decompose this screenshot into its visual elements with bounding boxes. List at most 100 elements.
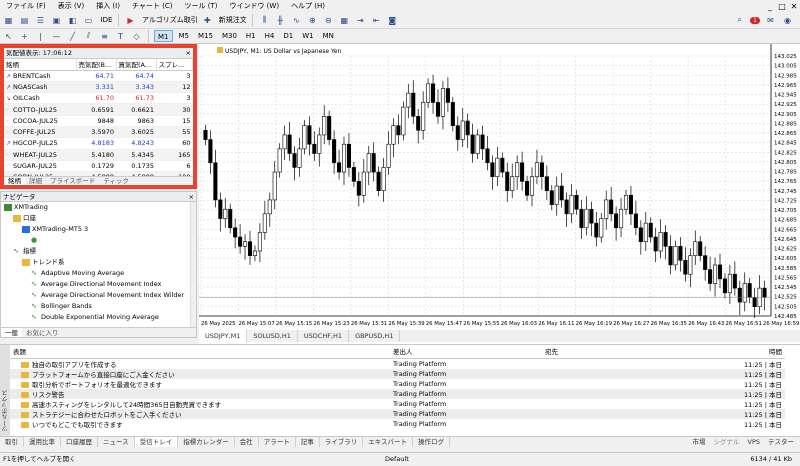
minimize-button[interactable]: _ xyxy=(764,2,776,11)
column-header-time[interactable]: 時間 xyxy=(722,345,785,359)
timeframe-h4[interactable]: H4 xyxy=(262,30,278,42)
navigator-item[interactable]: ∿ Double Exponential Moving Average xyxy=(1,312,196,323)
tab-history[interactable]: 口座履歴 xyxy=(61,437,98,447)
chat-icon[interactable]: ✉ xyxy=(764,14,777,27)
new-order-icon[interactable]: ✚ xyxy=(201,14,214,27)
chart-tab-gbpusd[interactable]: GBPUSD,H1 xyxy=(349,330,401,342)
tab-news[interactable]: ニュース xyxy=(98,437,135,447)
navigator-scrollbar[interactable] xyxy=(190,202,196,327)
tab-alerts[interactable]: アラート xyxy=(259,437,296,447)
navigator-item[interactable]: ∿ Average Directional Movement Index Wild… xyxy=(1,290,196,301)
market-link[interactable]: 市場 xyxy=(693,437,706,447)
table-row[interactable]: · COCOA-JUL25 9848 9863 15 xyxy=(4,115,193,127)
navigator-item[interactable]: ∿ 指標 xyxy=(1,246,196,257)
algo-trading-icon[interactable]: ▶ xyxy=(124,14,137,27)
timeframe-m30[interactable]: M30 xyxy=(219,30,240,42)
trendline-icon[interactable]: ╱ xyxy=(66,30,79,43)
chart-tab-usdchf[interactable]: USDCHF,H1 xyxy=(298,330,350,342)
table-row[interactable]: 独自の取引アプリを作成する Trading Platform 11:25 | 本日 xyxy=(10,358,785,369)
timeframe-h1[interactable]: H1 xyxy=(243,30,259,42)
table-row[interactable]: ストラテジーに合わせたロボットをご入手ください Trading Platform 1… xyxy=(10,408,785,419)
autoscroll-icon[interactable]: ⇥ xyxy=(354,14,367,27)
tab-trade[interactable]: 取引 xyxy=(0,437,24,447)
zoom-out-icon[interactable]: ⊖ xyxy=(322,14,335,27)
menu-file[interactable]: ファイル (F) xyxy=(0,0,52,12)
menu-charts[interactable]: チャート (C) xyxy=(126,0,179,12)
tab-exposure[interactable]: 運用比率 xyxy=(24,437,61,447)
screenshot-icon[interactable]: ◙ xyxy=(386,14,399,27)
search-icon[interactable]: ⌕ xyxy=(733,14,746,27)
signals-link[interactable]: シグナル xyxy=(714,437,740,447)
navigator-item[interactable]: 口座 xyxy=(1,213,196,224)
table-row[interactable]: · COTTO-JUL25 0.6591 0.6621 30 xyxy=(4,103,193,116)
close-button[interactable]: ✕ xyxy=(788,2,800,11)
new-chart-icon[interactable]: ▦ xyxy=(2,14,15,27)
account-icon[interactable]: ◉ xyxy=(781,14,794,27)
notification-badge[interactable]: 1 xyxy=(750,16,760,24)
menu-tools[interactable]: ツール (T) xyxy=(178,0,223,12)
navigator-icon[interactable]: ◧ xyxy=(66,14,79,27)
crosshair-icon[interactable]: + xyxy=(18,30,31,43)
zoom-in-icon[interactable]: ⊕ xyxy=(306,14,319,27)
chart-window[interactable]: 143.025 143.005 142.985 142.965 142.945 142.9… xyxy=(199,44,800,344)
price-chart[interactable]: 143.025 143.005 142.985 142.965 142.945 142.9… xyxy=(199,44,800,330)
menu-view[interactable]: 表示 (V) xyxy=(52,0,90,12)
table-row[interactable]: ↗ NGASCash 3.331 3.343 12 xyxy=(4,81,193,94)
horizontal-line-icon[interactable]: — xyxy=(50,30,63,43)
tab-favorites[interactable]: お気に入り xyxy=(22,328,63,337)
timeframe-m15[interactable]: M15 xyxy=(195,30,216,42)
navigator-item[interactable]: XMTrading xyxy=(1,202,196,213)
column-header-ask[interactable]: 買気配(A... xyxy=(116,59,157,71)
vertical-line-icon[interactable]: | xyxy=(34,30,47,43)
navigator-item[interactable]: XMTrading-MT5 3 xyxy=(1,224,196,235)
chart-tab-solusd[interactable]: SOLUSD,H1 xyxy=(247,330,298,342)
tab-journal[interactable]: 操作ログ xyxy=(413,437,450,447)
chart-shift-icon[interactable]: ⇤ xyxy=(370,14,383,27)
data-window-icon[interactable]: ▣ xyxy=(50,14,63,27)
column-header-from[interactable]: 差出人 xyxy=(390,345,542,359)
column-header-to[interactable]: 宛先 xyxy=(542,345,722,359)
timeframe-w1[interactable]: W1 xyxy=(299,30,316,42)
fibonacci-icon[interactable]: ≡ xyxy=(98,30,111,43)
timeframe-mn[interactable]: MN xyxy=(320,30,337,42)
table-row[interactable]: ↗ BRENTCash 64.71 64.74 3 xyxy=(4,70,193,82)
table-row[interactable]: 取引分析でポートフォリオを最適化できます Trading Platform 11:2… xyxy=(10,379,785,389)
column-header-bid[interactable]: 売気配(B... xyxy=(76,59,117,71)
tab-calendar[interactable]: 指標カレンダー xyxy=(178,437,235,447)
navigator-item[interactable]: ∿ Bollinger Bands xyxy=(1,301,196,312)
new-order-button[interactable]: 新規注文 xyxy=(219,15,247,25)
shapes-icon[interactable]: ◇ xyxy=(130,30,143,43)
close-icon[interactable]: × xyxy=(189,192,194,202)
tab-ticks[interactable]: ティック xyxy=(99,177,133,185)
tab-price-board[interactable]: プライスボード xyxy=(46,177,99,185)
tab-experts[interactable]: エキスパート xyxy=(363,437,413,447)
timeframe-m1[interactable]: M1 xyxy=(154,30,173,42)
ide-button[interactable]: IDE xyxy=(100,14,113,27)
vps-link[interactable]: VPS xyxy=(748,437,761,447)
table-row[interactable]: いつでもどこでも取引できます Trading Platform 11:25 | 本日 xyxy=(10,419,785,429)
line-chart-icon[interactable]: ∿ xyxy=(290,14,303,27)
timeframe-m5[interactable]: M5 xyxy=(176,30,193,42)
table-row[interactable]: プラットフォームから直接口座にご入金ください Trading Platform 11… xyxy=(10,368,785,379)
tab-company[interactable]: 会社 xyxy=(235,437,259,447)
chart-tab-usdjpy[interactable]: USDJPY,M1 xyxy=(199,330,248,342)
tile-windows-icon[interactable]: ▦ xyxy=(338,14,351,27)
restore-button[interactable]: □ xyxy=(776,2,788,11)
table-row[interactable]: · COFFE-JUL25 3.5970 3.6025 55 xyxy=(4,126,193,139)
column-header-spread[interactable]: スプレ... xyxy=(156,59,193,71)
tab-details[interactable]: 詳細 xyxy=(25,177,46,185)
market-watch-icon[interactable]: ☰ xyxy=(34,14,47,27)
table-row[interactable]: リスク警告 Trading Platform 11:25 | 本日 xyxy=(10,388,785,399)
navigator-item[interactable]: ∿ Adaptive Moving Average xyxy=(1,268,196,279)
terminal-icon[interactable]: ▭ xyxy=(82,14,95,27)
text-icon[interactable]: T xyxy=(114,30,127,43)
table-row[interactable]: · SUGAR-JUL25 0.1729 0.1735 6 xyxy=(4,160,193,173)
navigator-item[interactable]: トレンド系 xyxy=(1,257,196,268)
tab-articles[interactable]: 記事 xyxy=(296,437,320,447)
navigator-item[interactable]: ∿ Average Directional Movement Index xyxy=(1,279,196,290)
column-header-subject[interactable]: 表題 xyxy=(10,345,390,359)
table-row[interactable]: 高速ホスティングをレンタルして24時間365日自動売買できます Trading P… xyxy=(10,399,785,409)
table-row[interactable]: ↘ OILCash 61.70 61.73 3 xyxy=(4,92,193,105)
cursor-icon[interactable]: ↖ xyxy=(2,30,15,43)
bar-chart-icon[interactable]: ⫼ xyxy=(258,14,271,27)
